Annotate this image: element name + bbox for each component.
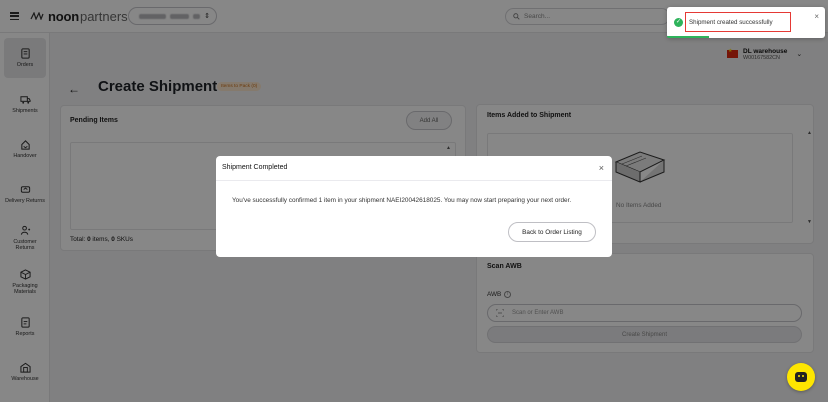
toast-progress-bar [667,36,709,38]
close-icon[interactable]: × [599,163,604,173]
check-circle-icon: ✓ [674,18,683,27]
modal-title: Shipment Completed [222,164,288,171]
modal-message: You've successfully confirmed 1 item in … [232,197,572,204]
modal-divider [216,180,612,181]
toast-message: Shipment created successfully [685,12,791,32]
success-toast: ✓ Shipment created successfully × [667,7,825,38]
back-to-order-listing-button[interactable]: Back to Order Listing [508,222,596,242]
toast-close-icon[interactable]: × [814,12,819,21]
help-chat-button[interactable] [787,363,815,391]
chat-bot-icon [795,372,807,382]
